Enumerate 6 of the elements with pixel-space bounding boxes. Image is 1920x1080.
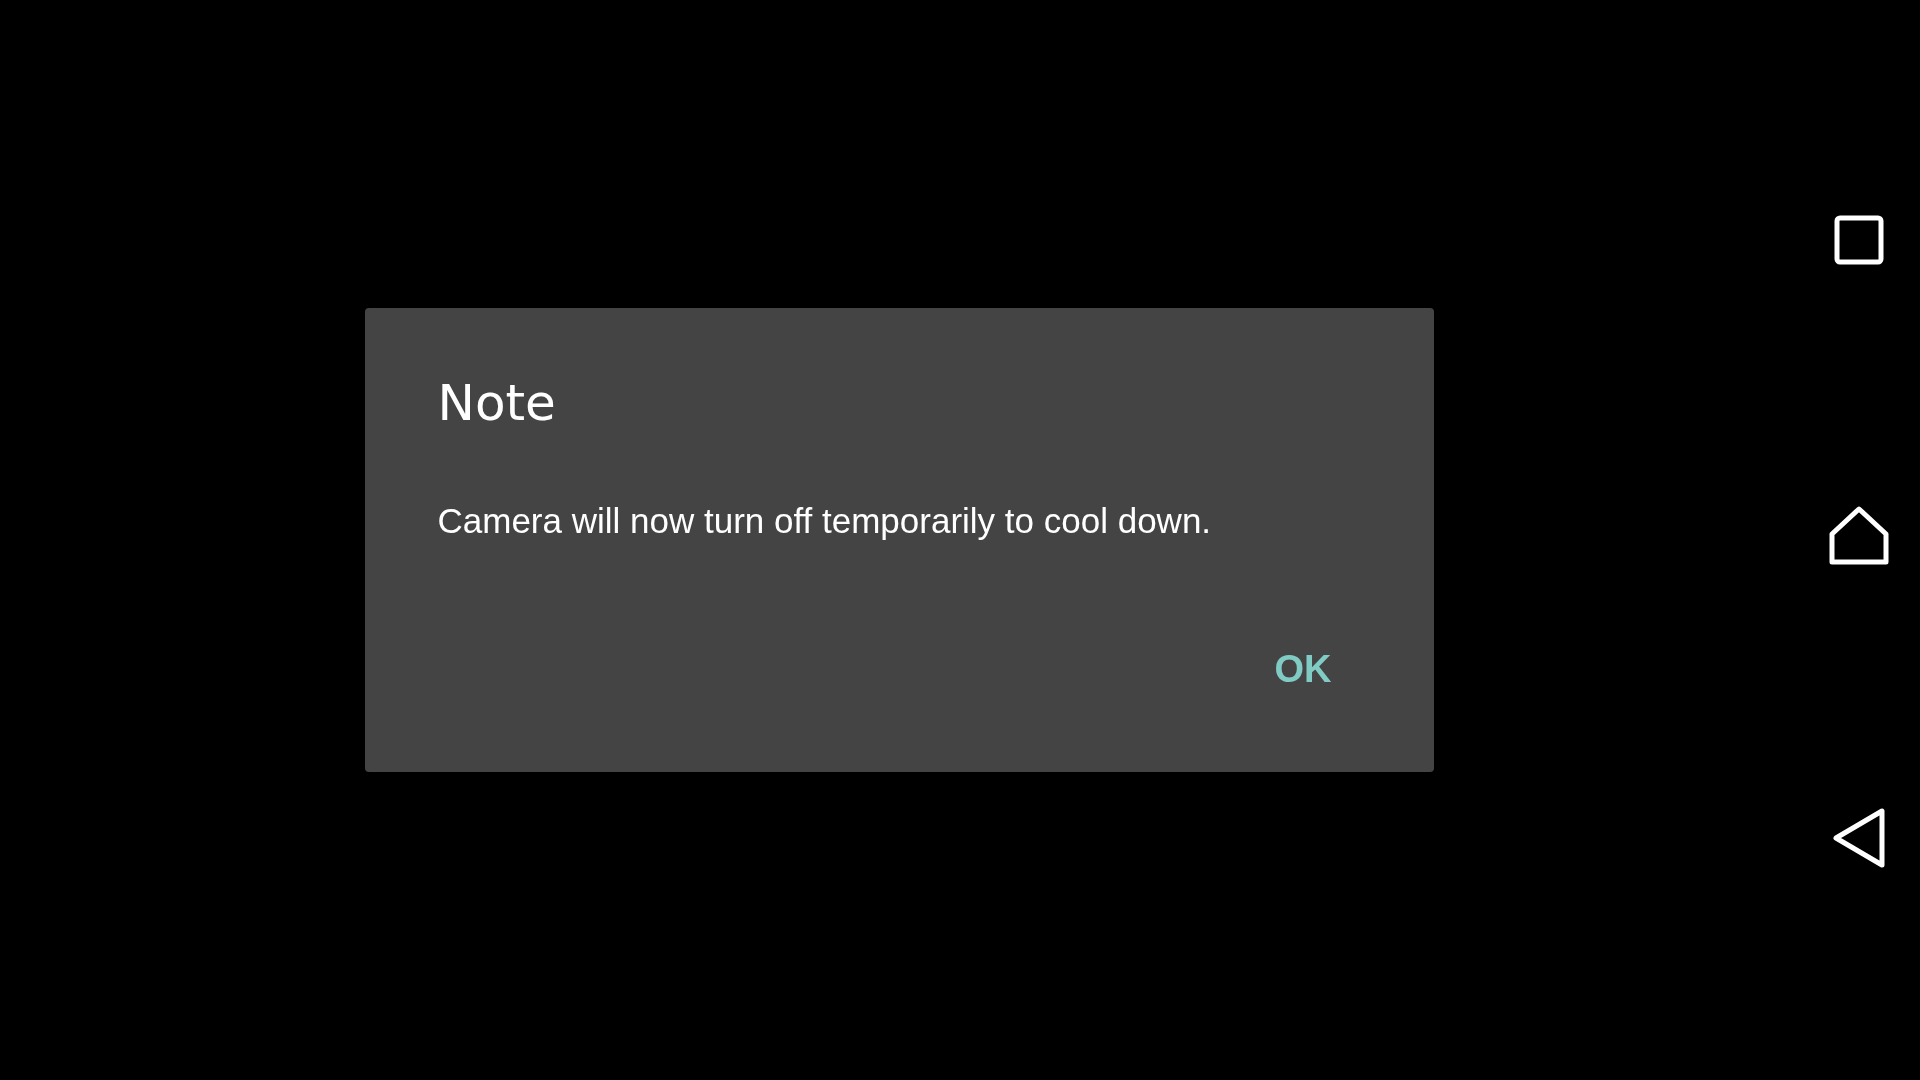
dialog-message: Camera will now turn off temporarily to cool down.	[437, 500, 1213, 542]
recents-icon[interactable]	[1834, 215, 1884, 265]
dialog-title: Note	[437, 373, 557, 434]
home-icon[interactable]	[1828, 505, 1890, 567]
ok-button[interactable]: OK	[1250, 635, 1356, 703]
back-icon[interactable]	[1831, 807, 1887, 869]
